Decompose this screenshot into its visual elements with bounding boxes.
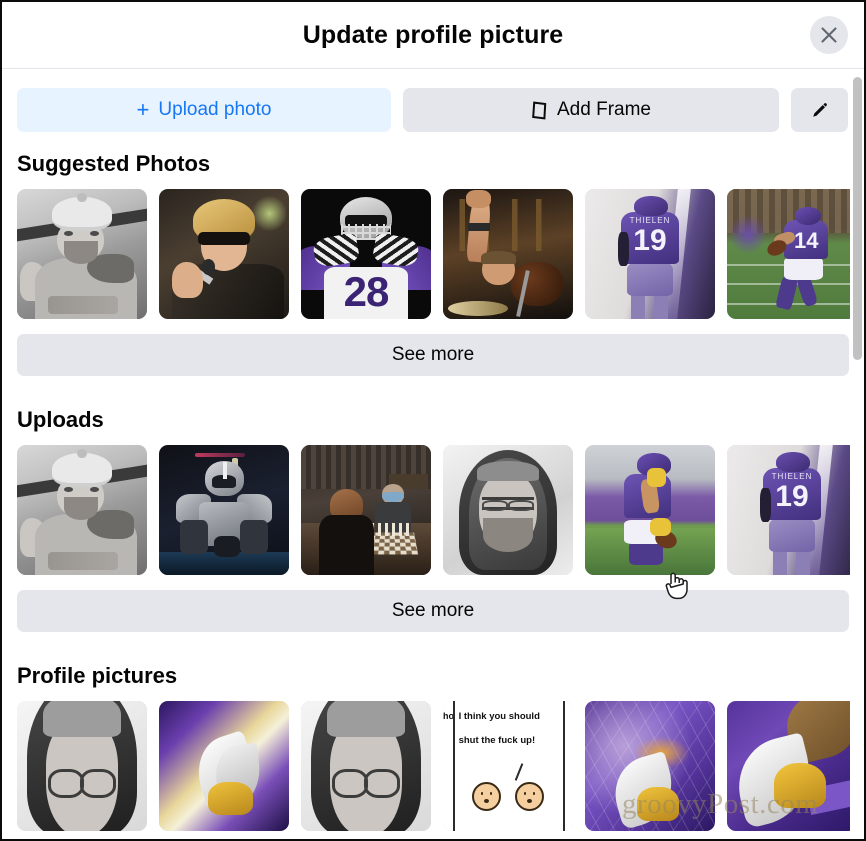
photo-blond-singer[interactable] — [159, 189, 289, 319]
section-title: Profile pictures — [17, 663, 178, 688]
photo-thumbnail: 14 — [727, 189, 857, 319]
photo-grid: THIELEN 19 — [17, 445, 857, 575]
photo-player-19[interactable]: THIELEN 19 — [585, 189, 715, 319]
photo-thumbnail — [159, 445, 289, 575]
upload-photo-label: Upload photo — [158, 99, 272, 120]
plus-icon: + — [136, 97, 150, 122]
photo-thumbnail — [17, 189, 147, 319]
photo-grid: 28 THIELEN 19 14 — [17, 189, 857, 319]
edit-button[interactable] — [791, 88, 848, 132]
dialog-scroll-body[interactable]: + Upload photo Add Frame Suggested Photo… — [2, 69, 864, 839]
profilepic-vikings-swirl[interactable] — [159, 701, 289, 831]
photo-thumbnail: hould I think you shouldshut the fuck up… — [443, 701, 573, 831]
photo-section-profilepics: Profile pictures hould I think you shoul… — [2, 632, 864, 831]
frame-icon — [531, 100, 548, 120]
photo-sections: Suggested Photos 28 THIELEN 19 14 See mo… — [2, 132, 864, 831]
see-more-button[interactable]: See more — [17, 334, 849, 376]
upload-player-19[interactable]: THIELEN 19 — [727, 445, 857, 575]
profilepic-vikings-logo[interactable] — [727, 701, 857, 831]
upload-chess-game[interactable] — [301, 445, 431, 575]
photo-thumbnail — [17, 445, 147, 575]
photo-thumbnail — [727, 701, 857, 831]
pencil-icon — [810, 101, 829, 120]
photo-player-14[interactable]: 14 — [727, 189, 857, 319]
photo-thumbnail — [159, 701, 289, 831]
see-more-button[interactable]: See more — [17, 590, 849, 632]
add-frame-button[interactable]: Add Frame — [403, 88, 779, 132]
photo-grid: hould I think you shouldshut the fuck up… — [17, 701, 857, 831]
profilepic-comic-panel[interactable]: hould I think you shouldshut the fuck up… — [443, 701, 573, 831]
photo-thumbnail: 28 — [301, 189, 431, 319]
photo-player-28[interactable]: 28 — [301, 189, 431, 319]
page-title: Update profile picture — [302, 20, 564, 49]
photo-section-suggested: Suggested Photos 28 THIELEN 19 14 See mo… — [2, 132, 864, 376]
profilepic-glasses-face[interactable] — [17, 701, 147, 831]
section-title: Suggested Photos — [17, 151, 211, 176]
upload-beanie-selfie[interactable] — [17, 445, 147, 575]
update-profile-picture-dialog: Update profile picture + Upload photo Ad… — [0, 0, 866, 841]
upload-mandalorian[interactable] — [159, 445, 289, 575]
upload-photo-button[interactable]: + Upload photo — [17, 88, 391, 132]
dialog-header: Update profile picture — [2, 2, 864, 69]
photo-thumbnail — [585, 701, 715, 831]
upload-kneeling-player[interactable] — [585, 445, 715, 575]
profilepic-purple-fractal[interactable] — [585, 701, 715, 831]
photo-thumbnail — [301, 445, 431, 575]
photo-thumbnail: THIELEN 19 — [585, 189, 715, 319]
close-icon — [820, 26, 838, 44]
scrollbar-thumb[interactable] — [853, 77, 862, 360]
photo-section-uploads: Uploads THIELEN 19 See more — [2, 376, 864, 632]
photo-thumbnail — [443, 189, 573, 319]
photo-thumbnail — [159, 189, 289, 319]
photo-beanie-selfie[interactable] — [17, 189, 147, 319]
upload-hoodie-portrait[interactable] — [443, 445, 573, 575]
close-button[interactable] — [810, 16, 848, 54]
photo-thumbnail: THIELEN 19 — [727, 445, 857, 575]
photo-thumbnail — [585, 445, 715, 575]
add-frame-label: Add Frame — [557, 99, 651, 120]
section-title: Uploads — [17, 407, 104, 432]
action-buttons-row: + Upload photo Add Frame — [2, 69, 864, 132]
photo-thumbnail — [17, 701, 147, 831]
photo-thumbnail — [443, 445, 573, 575]
scrollbar-track[interactable] — [850, 69, 864, 839]
photo-thumbnail — [301, 701, 431, 831]
photo-drummer[interactable] — [443, 189, 573, 319]
profilepic-glasses-face-2[interactable] — [301, 701, 431, 831]
